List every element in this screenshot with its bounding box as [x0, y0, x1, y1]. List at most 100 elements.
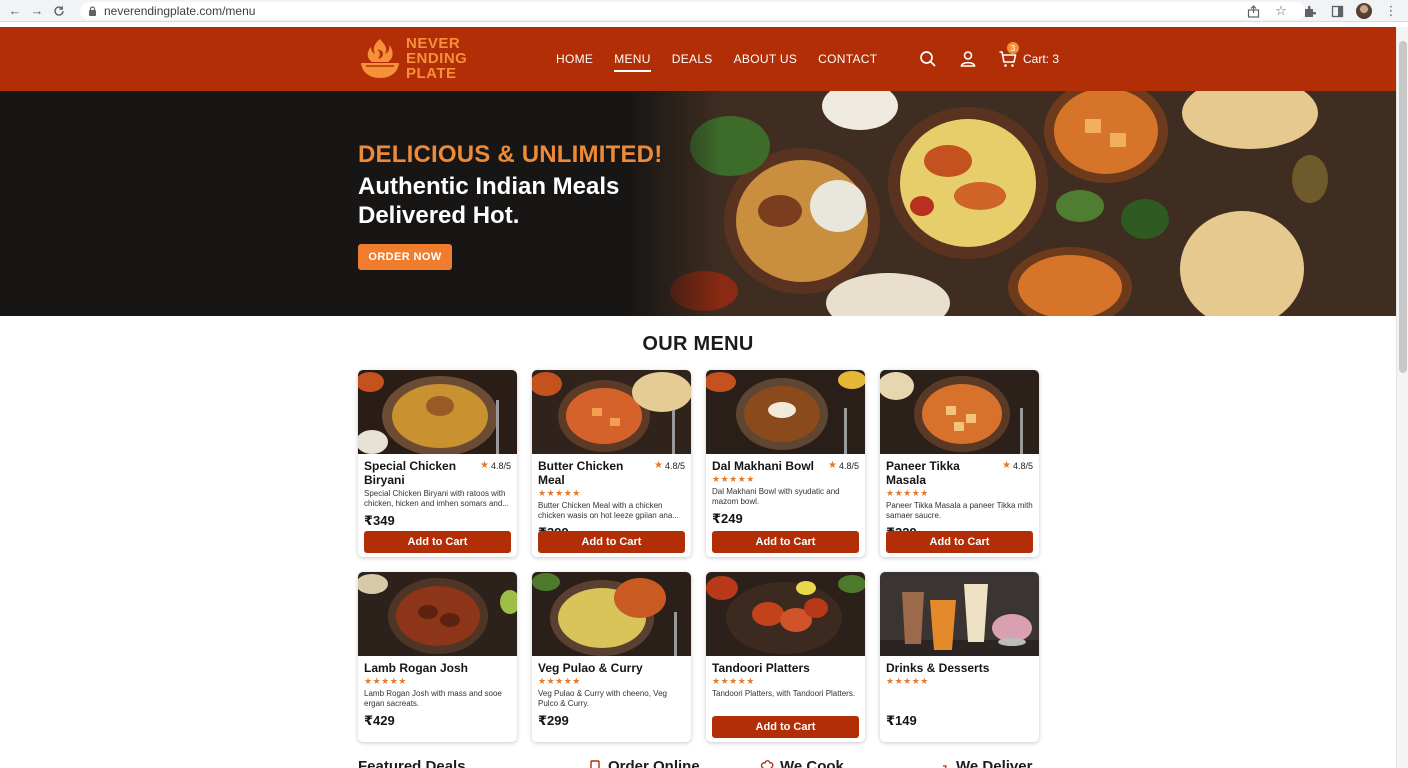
star-icon: ★ [480, 460, 489, 471]
brand-line-3: PLATE [406, 64, 457, 82]
order-online-label: Order Online [608, 758, 700, 768]
item-name: Lamb Rogan Josh [364, 661, 469, 675]
hero-tagline: DELICIOUS & UNLIMITED! [358, 141, 663, 168]
page-viewport: NEVER ENDING PLATE HOME MENU DEALS ABOUT… [0, 27, 1396, 768]
paneer-tikka-masala-photo [880, 370, 1039, 454]
menu-section-title: OUR MENU [642, 333, 754, 355]
hero-title-line-1: Authentic Indian Meals [358, 173, 620, 200]
flame-bowl-logo-icon [361, 39, 399, 78]
item-description: Special Chicken Biryani with ratoos with… [364, 489, 509, 508]
url-text: neverendingplate.com/menu [104, 4, 256, 18]
add-to-cart-button[interactable]: Add to Cart [538, 531, 685, 553]
star-icon: ★ [828, 460, 837, 471]
chef-hat-icon [760, 759, 774, 768]
star-row: ★★★★★ [364, 676, 407, 686]
menu-card-paneer-tikka-masala[interactable]: Paneer Tikka Masala ★ 4.8/5 ★★★★★ Paneer … [880, 370, 1039, 557]
scrollbar-thumb[interactable] [1399, 41, 1407, 373]
brand-line-1: NEVER [406, 34, 461, 52]
forward-button[interactable]: → [26, 0, 48, 22]
rating-value: 4.8/5 [490, 460, 511, 471]
features-strip: Featured Deals Order Online We Cook We D… [358, 755, 1038, 768]
rating-value: 4.8/5 [838, 460, 859, 471]
we-deliver-label: We Deliver [956, 758, 1033, 768]
drinks-desserts-photo [880, 572, 1039, 656]
reload-icon [54, 5, 64, 16]
extensions-icon[interactable] [1300, 2, 1318, 20]
nav-contact[interactable]: CONTACT [818, 52, 877, 72]
rating-value: 4.8/5 [1012, 460, 1033, 471]
we-cook-label: We Cook [780, 758, 844, 768]
star-icon: ★ [1002, 460, 1011, 471]
nav-about-us[interactable]: ABOUT US [734, 52, 798, 72]
search-icon[interactable] [918, 49, 938, 69]
menu-card-butter-chicken-meal[interactable]: Butter Chicken Meal ★ 4.8/5 ★★★★★ Butter … [532, 370, 691, 557]
menu-card-drinks-desserts[interactable]: Drinks & Desserts ★★★★★ ₹149 [880, 572, 1039, 742]
star-row: ★★★★★ [538, 488, 581, 498]
item-price: ₹429 [364, 713, 395, 728]
add-to-cart-button[interactable]: Add to Cart [712, 716, 859, 738]
address-bar[interactable]: neverendingplate.com/menu [80, 2, 1305, 20]
brand-name: NEVER ENDING PLATE [406, 36, 467, 81]
item-name: Drinks & Desserts [886, 661, 990, 675]
star-row: ★★★★★ [712, 676, 755, 686]
we-cook-feature: We Cook [760, 758, 844, 768]
item-price: ₹349 [364, 513, 395, 528]
menu-card-tandoori-platters[interactable]: Tandoori Platters ★★★★★ Tandoori Platter… [706, 572, 865, 742]
biryani-photo [358, 370, 517, 454]
bookmark-star-icon[interactable]: ☆ [1272, 2, 1290, 20]
menu-card-lamb-rogan-josh[interactable]: Lamb Rogan Josh ★★★★★ Lamb Rogan Josh wi… [358, 572, 517, 742]
cart-label: Cart: 3 [1023, 52, 1060, 66]
item-price: ₹299 [538, 713, 569, 728]
brand-line-2: ENDING [406, 49, 468, 67]
hero-banner: DELICIOUS & UNLIMITED! Authentic Indian … [0, 91, 1396, 316]
more-menu-icon[interactable]: ⋮ [1382, 2, 1400, 20]
star-row: ★★★★★ [886, 676, 929, 686]
dal-makhani-photo [706, 370, 865, 454]
menu-card-veg-pulao-curry[interactable]: Veg Pulao & Curry ★★★★★ Veg Pulao & Curr… [532, 572, 691, 742]
add-to-cart-button[interactable]: Add to Cart [712, 531, 859, 553]
we-deliver-feature: We Deliver [936, 758, 1032, 768]
menu-grid: Special Chicken Biryani ★ 4.8/5 Special C… [358, 370, 1039, 742]
item-description [886, 689, 1033, 709]
profile-avatar[interactable] [1356, 3, 1372, 19]
item-price: ₹249 [712, 511, 743, 526]
rating-value: 4.8/5 [664, 460, 685, 471]
menu-card-dal-makhani-bowl[interactable]: Dal Makhani Bowl ★ 4.8/5 ★★★★★ Dal Makhan… [706, 370, 865, 557]
item-description: Butter Chicken Meal with a chicken chick… [538, 501, 679, 520]
add-to-cart-button[interactable]: Add to Cart [364, 531, 511, 553]
site-header: NEVER ENDING PLATE HOME MENU DEALS ABOUT… [0, 27, 1396, 91]
back-button[interactable]: ← [4, 0, 26, 22]
brand-logo[interactable]: NEVER ENDING PLATE [358, 35, 467, 81]
page-scrollbar[interactable] [1396, 27, 1408, 768]
nav-menu[interactable]: MENU [614, 52, 651, 72]
nav-deals[interactable]: DEALS [672, 52, 713, 72]
add-to-cart-button[interactable]: Add to Cart [886, 531, 1033, 553]
item-rating: ★ 4.8/5 [480, 460, 511, 471]
item-description: Dal Makhani Bowl with syudatic and mazom… [712, 487, 840, 506]
phone-icon [590, 759, 600, 768]
star-row: ★★★★★ [886, 488, 929, 498]
star-row: ★★★★★ [712, 474, 755, 484]
hero-food-spread-image [630, 91, 1396, 316]
browser-toolbar: ← → neverendingplate.com/menu ☆ ⋮ [0, 0, 1408, 22]
share-icon[interactable] [1244, 2, 1262, 20]
item-price: ₹149 [886, 713, 917, 728]
item-rating: ★ 4.8/5 [1002, 460, 1033, 471]
hero-title: Authentic Indian Meals Delivered Hot. [358, 172, 698, 230]
nav-home[interactable]: HOME [556, 52, 593, 72]
reload-button[interactable] [48, 0, 70, 22]
cart-button[interactable]: 3 Cart: 3 [998, 42, 1060, 69]
featured-deals-heading: Featured Deals [358, 758, 466, 768]
item-name: Tandoori Platters [712, 661, 810, 675]
user-account-icon[interactable] [958, 49, 978, 69]
item-description: Tandoori Platters, with Tandoori Platter… [712, 689, 856, 698]
butter-chicken-photo [532, 370, 691, 454]
delivery-icon [938, 764, 948, 768]
menu-card-special-chicken-biryani[interactable]: Special Chicken Biryani ★ 4.8/5 Special C… [358, 370, 517, 557]
item-rating: ★ 4.8/5 [828, 460, 859, 471]
side-panel-icon[interactable] [1328, 2, 1346, 20]
order-now-button[interactable]: ORDER NOW [358, 244, 452, 270]
featured-deals-label: Featured Deals [358, 758, 466, 768]
item-description: Paneer Tikka Masala a paneer Tikka mith … [886, 501, 1033, 520]
star-icon: ★ [654, 460, 663, 471]
